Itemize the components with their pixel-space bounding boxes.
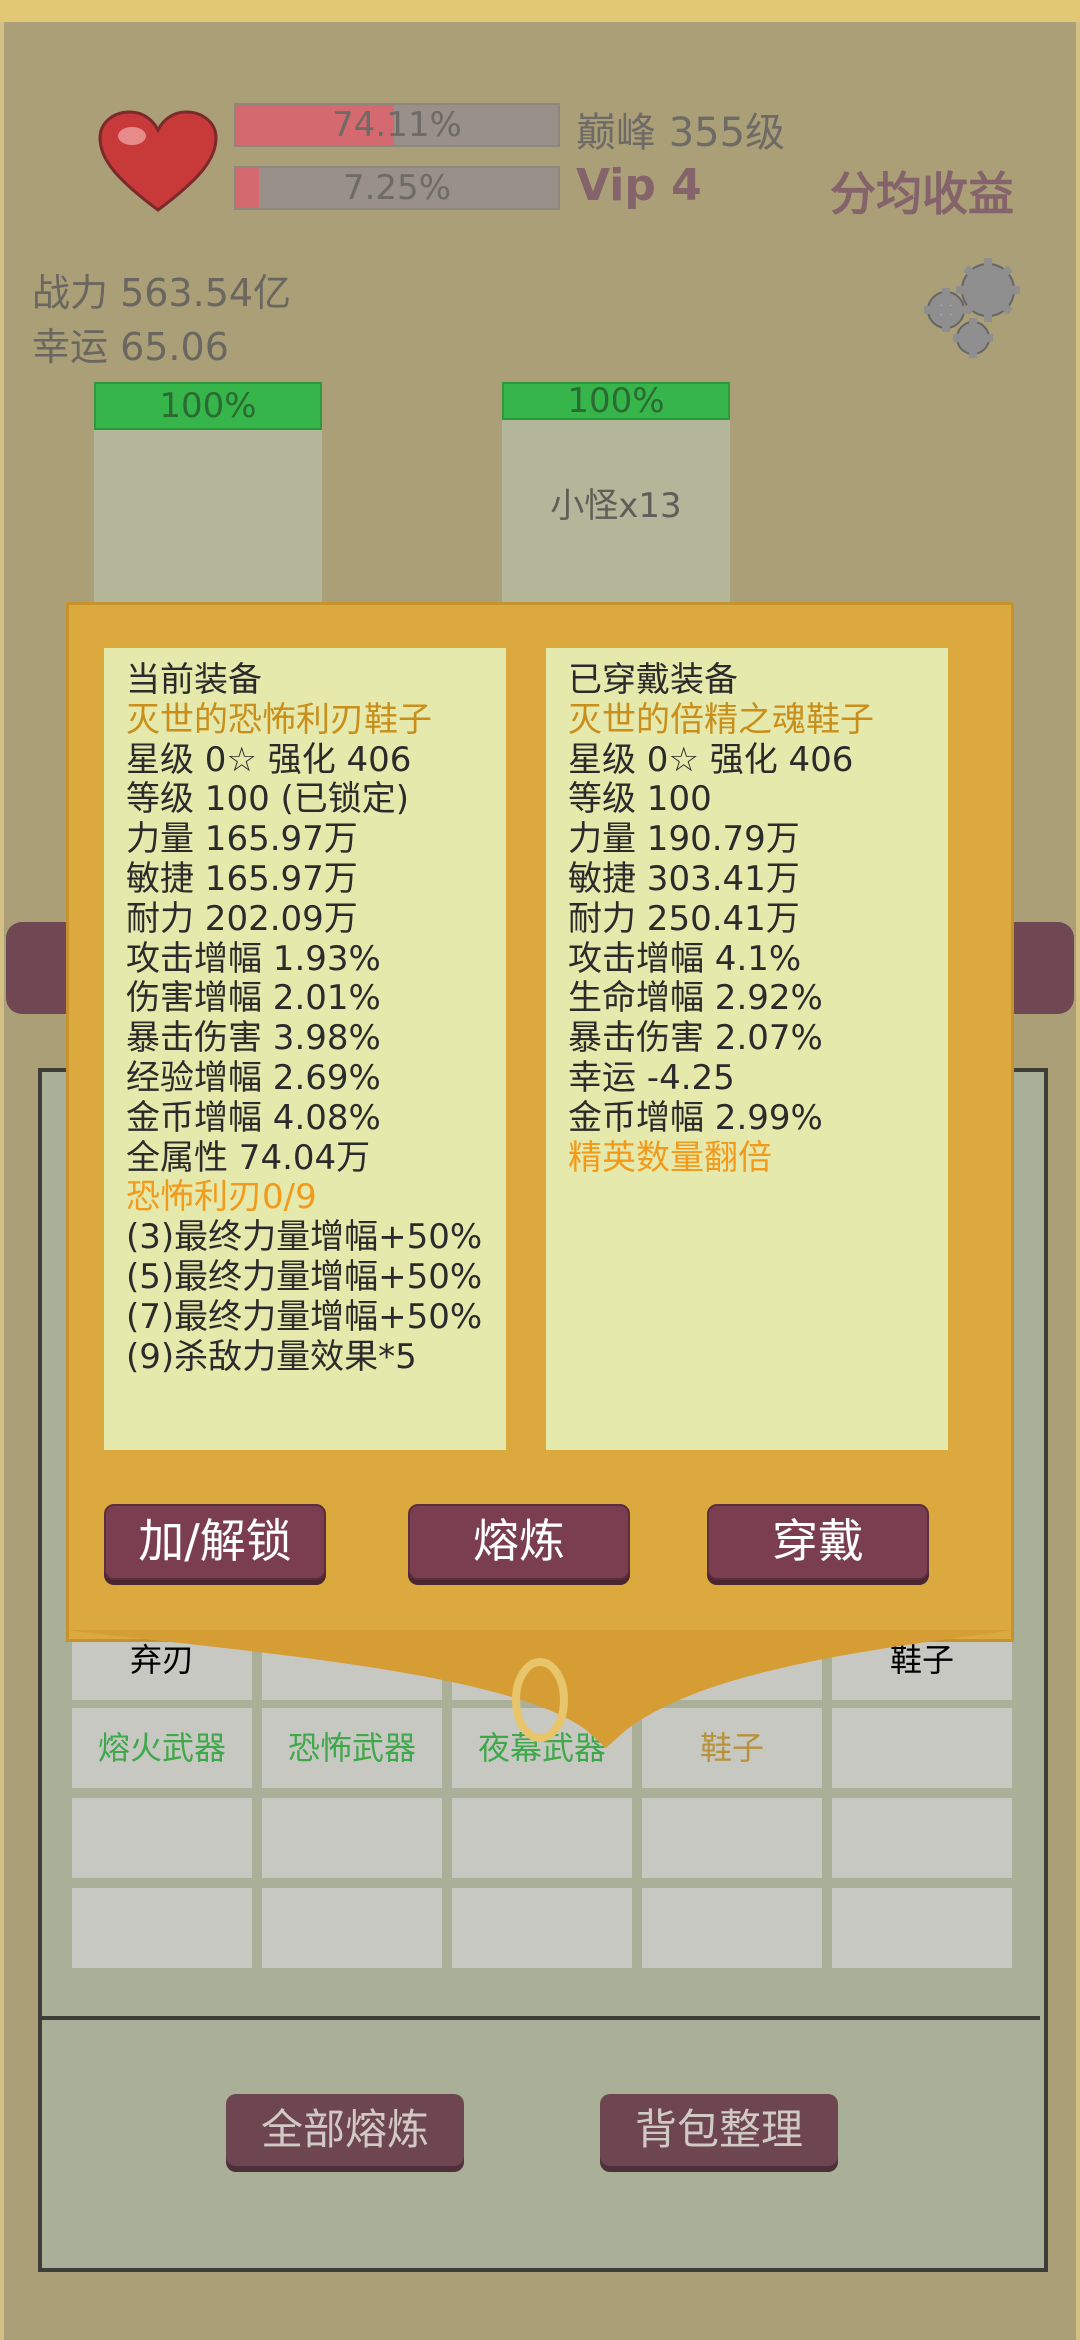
battle-slot-1[interactable]: 100% <box>94 382 322 622</box>
inventory-slot[interactable] <box>452 1888 632 1968</box>
right-border <box>1076 22 1080 2340</box>
inventory-slot[interactable] <box>72 1798 252 1878</box>
heart-icon <box>98 110 218 212</box>
inventory-slot[interactable] <box>832 1798 1012 1878</box>
slot-progress: 100% <box>94 382 322 430</box>
inventory-slot[interactable] <box>642 1888 822 1968</box>
slot-progress: 100% <box>502 382 730 420</box>
current-equipment-column: 当前装备 灭世的恐怖利刃鞋子 星级 0☆ 强化 406 等级 100 (已锁定) 力量 … <box>104 648 506 1450</box>
sort-bag-button[interactable]: 背包整理 <box>600 2094 838 2166</box>
share-earnings-button[interactable]: 分均收益 <box>830 158 1014 224</box>
exp-bar: 7.25% <box>234 166 560 210</box>
hp-percent: 74.11% <box>332 105 462 145</box>
stat-line: 精英数量翻倍 <box>568 1137 772 1178</box>
smelt-all-button[interactable]: 全部熔炼 <box>226 2094 464 2166</box>
hp-bar: 74.11% <box>234 103 560 147</box>
battle-slot-2[interactable]: 100% 小怪x13 <box>502 382 730 622</box>
peak-level: 巅峰 355级 <box>576 110 786 156</box>
exp-percent: 7.25% <box>342 168 451 208</box>
settings-gear-icon[interactable] <box>918 250 1030 360</box>
inventory-slot[interactable] <box>452 1798 632 1878</box>
left-border <box>0 22 4 2340</box>
inventory-slot[interactable] <box>262 1888 442 1968</box>
wear-button[interactable]: 穿戴 <box>707 1504 929 1580</box>
luck-stat: 幸运 65.06 <box>32 325 229 369</box>
panel-scroll-ornament <box>66 1630 1014 1748</box>
smelt-button[interactable]: 熔炼 <box>408 1504 630 1580</box>
inventory-slot[interactable] <box>832 1888 1012 1968</box>
combat-power: 战力 563.54亿 <box>32 271 292 315</box>
inventory-slot[interactable] <box>72 1888 252 1968</box>
vip-level[interactable]: Vip 4 <box>576 160 702 211</box>
inventory-actions-area <box>38 2020 1048 2272</box>
equipped-equipment-column: 已穿戴装备 灭世的倍精之魂鞋子 星级 0☆ 强化 406 等级 100 力量 190.7… <box>546 648 948 1450</box>
inventory-slot[interactable] <box>642 1798 822 1878</box>
slot-label: 小怪x13 <box>550 486 682 526</box>
stat-line: (9)杀敌力量效果*5 <box>126 1336 417 1377</box>
top-status-strip <box>0 0 1080 22</box>
lock-toggle-button[interactable]: 加/解锁 <box>104 1504 326 1580</box>
inventory-slot[interactable] <box>262 1798 442 1878</box>
